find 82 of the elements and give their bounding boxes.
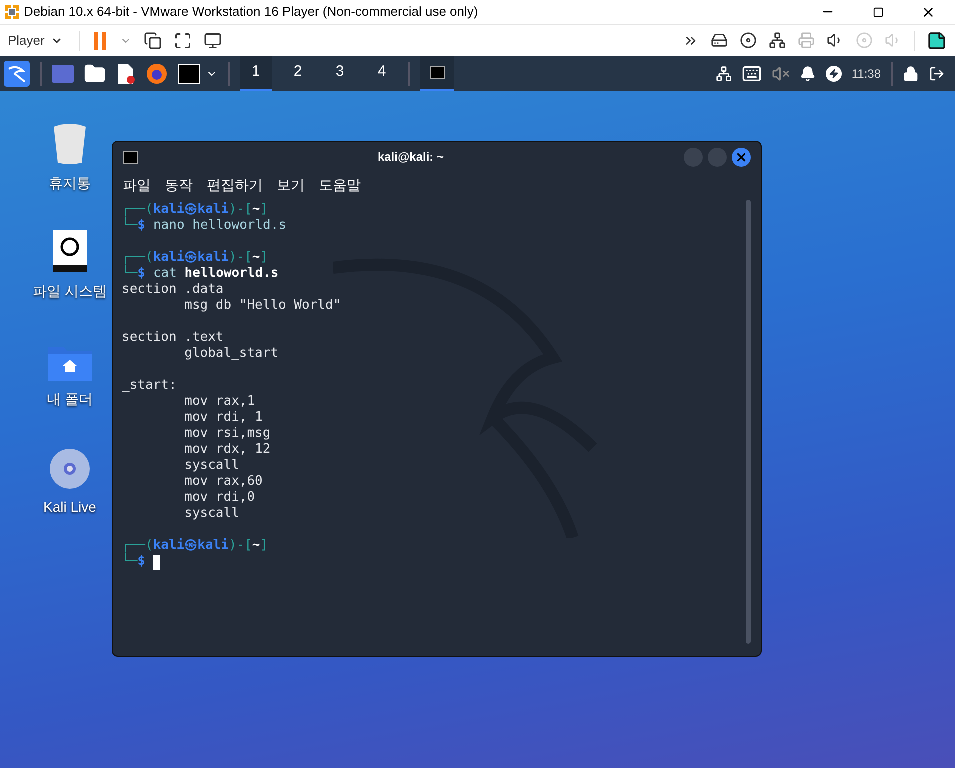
output-line: mov rax,1 xyxy=(184,394,256,409)
output-line: section .text xyxy=(122,330,224,345)
workspace-tab[interactable]: 4 xyxy=(366,56,398,91)
home-folder-icon xyxy=(48,347,92,381)
prompt-frame: ] xyxy=(260,202,268,218)
text-editor-icon[interactable] xyxy=(116,62,136,84)
prompt-user-host: kali㉿kali xyxy=(153,202,229,218)
output-line: syscall xyxy=(184,458,240,473)
menu-item[interactable]: 보기 xyxy=(277,174,305,196)
output-line: section .data xyxy=(122,282,224,297)
player-menu-button[interactable]: Player xyxy=(8,30,67,50)
output-line: syscall xyxy=(184,506,240,521)
output-line: mov rdi, 1 xyxy=(184,410,263,425)
app-logo-icon xyxy=(4,4,20,20)
terminal-window-icon[interactable] xyxy=(420,56,454,91)
prompt-frame: )-[ xyxy=(228,538,252,554)
prompt-frame: ┌──( xyxy=(122,250,154,266)
output-line: mov rsi,msg xyxy=(184,426,271,441)
terminal-app-icon xyxy=(123,150,138,164)
hard-drive-icon[interactable] xyxy=(711,32,728,49)
prompt-directory: ~ xyxy=(252,538,260,554)
terminal-title: kali@kali: ~ xyxy=(376,149,446,166)
menu-item[interactable]: 파일 xyxy=(123,174,151,196)
prompt-symbol: $ xyxy=(138,218,146,234)
prompt-user-host: kali㉿kali xyxy=(153,250,229,266)
prompt-frame: └─ xyxy=(122,554,138,570)
window-title: Debian 10.x 64-bit - VMware Workstation 16 Player (Non-commercial use only) xyxy=(24,3,478,22)
pause-icon[interactable] xyxy=(92,30,108,50)
prompt-frame: └─ xyxy=(122,266,138,282)
workspace-tab[interactable]: 2 xyxy=(282,56,314,91)
desktop-icon-label[interactable]: 내 폴더 xyxy=(47,389,93,410)
show-desktop-icon[interactable] xyxy=(52,64,74,82)
lock-icon[interactable] xyxy=(903,66,919,82)
network-icon[interactable] xyxy=(769,32,786,49)
disc-icon[interactable] xyxy=(740,32,757,49)
output-line: mov rdx, 12 xyxy=(184,442,271,457)
desktop-icon-label[interactable]: 파일 시스템 xyxy=(33,281,107,302)
prompt-user-host: kali㉿kali xyxy=(153,538,229,554)
prompt-symbol: $ xyxy=(138,554,146,570)
workspace-tab[interactable]: 1 xyxy=(240,56,272,91)
menu-item[interactable]: 편집하기 xyxy=(207,174,263,196)
file-manager-icon[interactable] xyxy=(84,62,106,84)
prompt-directory: ~ xyxy=(252,250,260,266)
desktop-icon-label[interactable]: Kali Live xyxy=(44,497,96,518)
prompt-frame: ┌──( xyxy=(122,538,154,554)
prompt-directory: ~ xyxy=(252,202,260,218)
disc-icon xyxy=(50,449,90,489)
prompt-symbol: $ xyxy=(138,266,146,282)
kali-menu-icon[interactable] xyxy=(4,60,30,86)
power-icon[interactable] xyxy=(826,66,842,82)
network-icon[interactable] xyxy=(716,66,732,82)
output-line: global_start xyxy=(184,346,279,361)
close-button[interactable] xyxy=(732,148,751,166)
prompt-frame: ┌──( xyxy=(122,202,154,218)
command-text: nano helloworld.s xyxy=(153,218,287,234)
trash-bin-icon xyxy=(52,121,88,165)
maximize-icon xyxy=(872,6,884,18)
muted-icon[interactable] xyxy=(772,64,790,82)
keyboard-icon[interactable] xyxy=(742,64,762,84)
terminal-icon[interactable] xyxy=(178,64,218,84)
output-line: mov rdi,0 xyxy=(184,490,256,505)
prompt-frame: )-[ xyxy=(228,250,252,266)
prompt-frame: └─ xyxy=(122,218,138,234)
bell-icon[interactable] xyxy=(800,66,816,82)
prompt-frame: ] xyxy=(260,538,268,554)
output-line: mov rax,60 xyxy=(184,474,263,489)
command-text: cat helloworld.s xyxy=(153,266,279,282)
workspace-tab[interactable]: 3 xyxy=(324,56,356,91)
scrollbar[interactable] xyxy=(746,200,751,644)
prompt-frame: ] xyxy=(260,250,268,266)
close-icon xyxy=(735,150,748,164)
drive-icon xyxy=(52,229,88,273)
browser-icon[interactable] xyxy=(146,62,168,84)
menu-item[interactable]: 도움말 xyxy=(319,174,361,196)
note-icon[interactable] xyxy=(927,30,947,50)
output-line: _start: xyxy=(122,378,177,393)
output-line: msg db "Hello World" xyxy=(184,298,342,313)
prompt-frame: )-[ xyxy=(228,202,252,218)
desktop-icon-label[interactable]: 휴지통 xyxy=(49,173,91,194)
clock[interactable]: 11:38 xyxy=(852,64,881,82)
fullscreen-icon[interactable] xyxy=(174,32,192,50)
menu-item[interactable]: 동작 xyxy=(165,174,193,196)
